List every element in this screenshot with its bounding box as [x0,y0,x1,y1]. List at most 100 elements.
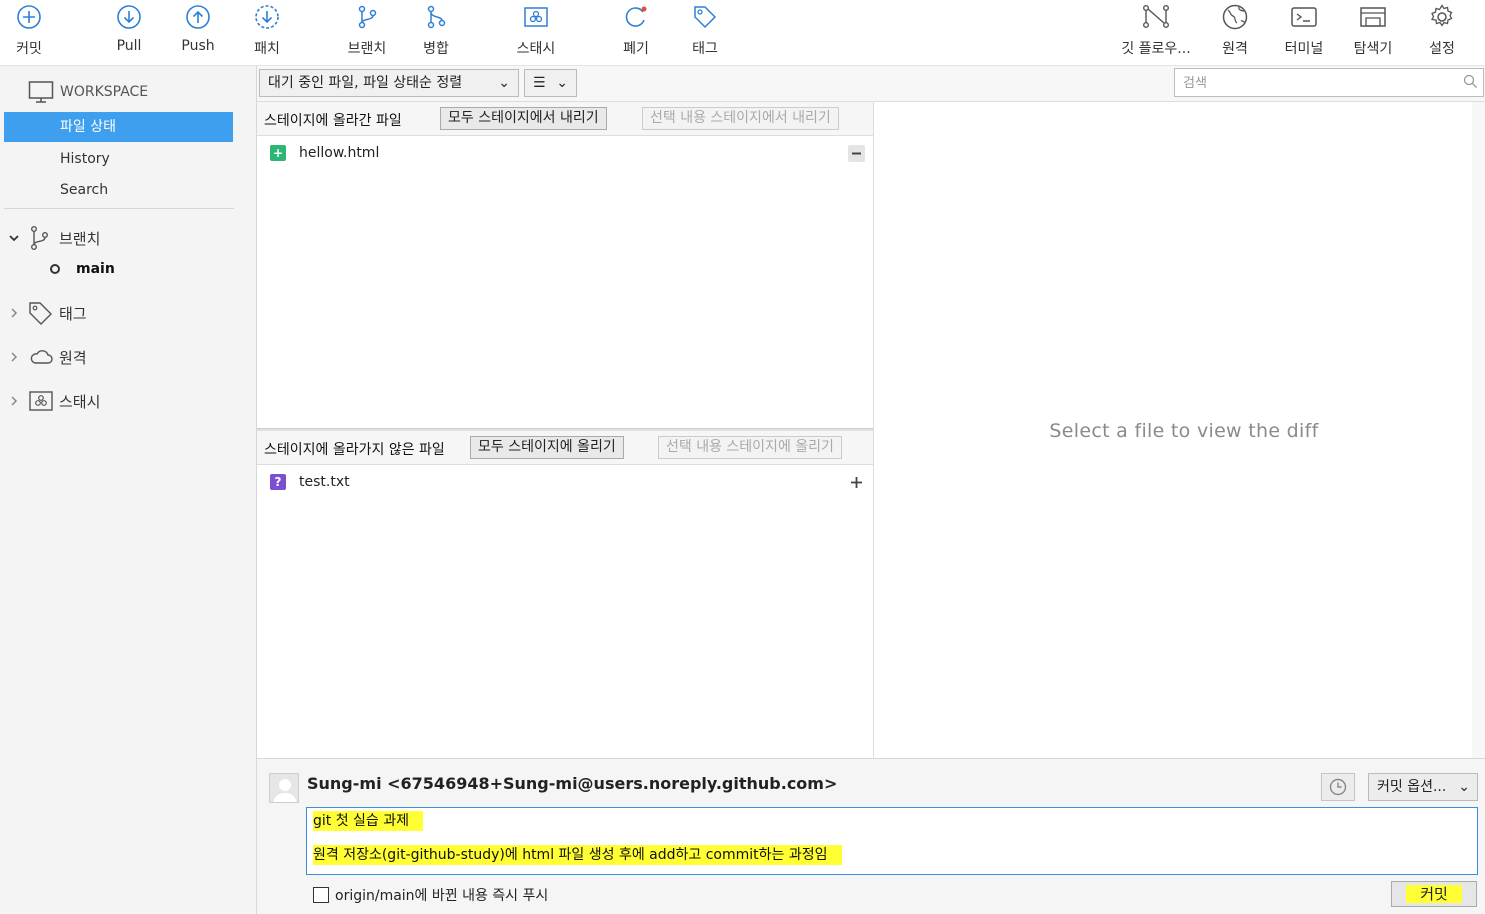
file-untracked-icon: ? [270,474,286,490]
filter-bar: 대기 중인 파일, 파일 상태순 정렬 ⌄ ☰ ⌄ [257,66,1485,102]
sidebar-item-search[interactable]: Search [4,175,233,205]
stashes-label: 스태시 [59,392,101,411]
branch-name: main [76,261,115,277]
branch-item-main[interactable]: main [34,261,115,277]
tag-label: 태그 [692,41,718,57]
current-branch-icon [50,264,60,274]
list-icon: ☰ [533,75,546,91]
pull-button[interactable]: Pull [106,0,152,64]
stash-icon [28,390,54,412]
remotes-label: 원격 [59,348,87,367]
commit-toolbar-label: 커밋 [16,41,42,57]
tag-icon [28,301,54,325]
commit-button-label: 커밋 [1406,885,1462,903]
file-name: hellow.html [299,145,380,161]
tags-label: 태그 [59,304,87,323]
view-mode-dropdown[interactable]: ☰ ⌄ [524,69,577,97]
commit-history-button[interactable] [1321,773,1355,801]
commit-button[interactable]: 커밋 [1391,881,1477,907]
sidebar-item-history[interactable]: History [4,144,233,174]
pull-label: Pull [116,38,142,54]
settings-label: 설정 [1429,41,1455,57]
sidebar-group-remotes[interactable]: 원격 [0,342,257,372]
push-immediately-checkbox[interactable]: origin/main에 바뀐 내용 즉시 푸시 [307,885,548,905]
branches-label: 브랜치 [59,229,101,248]
push-immediately-label: origin/main에 바뀐 내용 즉시 푸시 [335,888,549,904]
remote-button[interactable]: 원격 [1212,0,1258,64]
stage-file-button[interactable] [848,474,865,491]
search-icon[interactable] [1463,74,1478,89]
staged-files-header: 스테이지에 올라간 파일 모두 스테이지에서 내리기 선택 내용 스테이지에서 … [257,102,873,136]
remote-label: 원격 [1222,41,1248,57]
commit-toolbar-button[interactable]: 커밋 [6,0,52,64]
arrow-down-circle-icon [114,2,144,32]
staged-files-title: 스테이지에 올라간 파일 [264,113,402,129]
tag-icon [690,2,720,32]
commit-options-label: 커밋 옵션... [1377,779,1447,795]
merge-label: 병합 [423,41,449,57]
stash-label: 스태시 [516,41,556,57]
discard-icon [621,2,651,32]
push-button[interactable]: Push [175,0,221,64]
unstage-selected-button[interactable]: 선택 내용 스테이지에서 내리기 [642,107,839,130]
sourcetree-window: 커밋 Pull Push 패치 브랜치 병합 스태시 폐기 태그 깃 플로우..… [0,0,1485,914]
cloud-icon [28,347,54,367]
sidebar-group-stashes[interactable]: 스태시 [0,386,257,416]
sidebar-group-tags[interactable]: 태그 [0,298,257,328]
avatar [269,773,299,803]
merge-icon [421,2,451,32]
discard-button[interactable]: 폐기 [613,0,659,64]
chevron-right-icon [8,395,22,407]
patch-label: 패치 [254,41,280,57]
diff-placeholder: Select a file to view the diff [1049,420,1319,442]
chevron-down-icon: ⌄ [498,75,510,91]
stage-all-button[interactable]: 모두 스테이지에 올리기 [470,436,624,459]
file-name: test.txt [299,474,350,490]
gitflow-label: 깃 플로우... [1121,41,1191,57]
patch-button[interactable]: 패치 [244,0,290,64]
globe-icon [1220,2,1250,32]
staged-file-row[interactable]: + hellow.html [257,138,873,168]
commit-area: Sung-mi <67546948+Sung-mi@users.noreply.… [257,758,1485,914]
discard-label: 폐기 [623,41,649,57]
stash-icon [521,2,551,32]
unstaged-files-title: 스테이지에 올라가지 않은 파일 [264,442,445,458]
chevron-down-icon: ⌄ [1458,779,1470,795]
unstaged-file-row[interactable]: ? test.txt [257,467,873,497]
unstage-all-button[interactable]: 모두 스테이지에서 내리기 [440,107,607,130]
explorer-button[interactable]: 탐색기 [1347,0,1399,64]
search-input[interactable] [1174,68,1484,97]
commit-author: Sung-mi <67546948+Sung-mi@users.noreply.… [307,774,838,793]
gitflow-icon [1141,2,1171,32]
stash-button[interactable]: 스태시 [508,0,564,64]
branch-icon [352,2,382,32]
terminal-icon [1289,2,1319,32]
sidebar-item-file-status[interactable]: 파일 상태 [4,112,233,142]
tag-button[interactable]: 태그 [682,0,728,64]
checkbox-box[interactable] [313,887,329,903]
diff-scrollbar[interactable] [1472,102,1485,758]
commit-options-dropdown[interactable]: 커밋 옵션... ⌄ [1368,773,1478,801]
chevron-right-icon [8,351,22,363]
explorer-label: 탐색기 [1353,41,1393,57]
patch-icon [252,2,282,32]
gear-icon [1427,2,1457,32]
file-status-filter-dropdown[interactable]: 대기 중인 파일, 파일 상태순 정렬 ⌄ [259,69,519,97]
branch-button[interactable]: 브랜치 [340,0,394,64]
commit-message-line: 원격 저장소(git-github-study)에 html 파일 생성 후에 … [313,845,842,865]
chevron-down-icon [8,232,22,244]
arrow-up-circle-icon [183,2,213,32]
sidebar-divider [4,208,234,209]
terminal-button[interactable]: 터미널 [1280,0,1328,64]
unstage-file-button[interactable] [848,145,865,162]
stage-selected-button[interactable]: 선택 내용 스테이지에 올리기 [658,436,842,459]
plus-circle-icon [14,2,44,32]
sidebar-group-branches[interactable]: 브랜치 [0,223,257,253]
gitflow-button[interactable]: 깃 플로우... [1116,0,1196,64]
commit-message-input[interactable]: git 첫 실습 과제 원격 저장소(git-github-study)에 ht… [306,807,1478,875]
merge-button[interactable]: 병합 [413,0,459,64]
settings-button[interactable]: 설정 [1419,0,1465,64]
push-label: Push [181,38,215,54]
diff-pane: Select a file to view the diff [873,102,1485,758]
unstaged-files-header: 스테이지에 올라가지 않은 파일 모두 스테이지에 올리기 선택 내용 스테이지… [257,431,873,465]
